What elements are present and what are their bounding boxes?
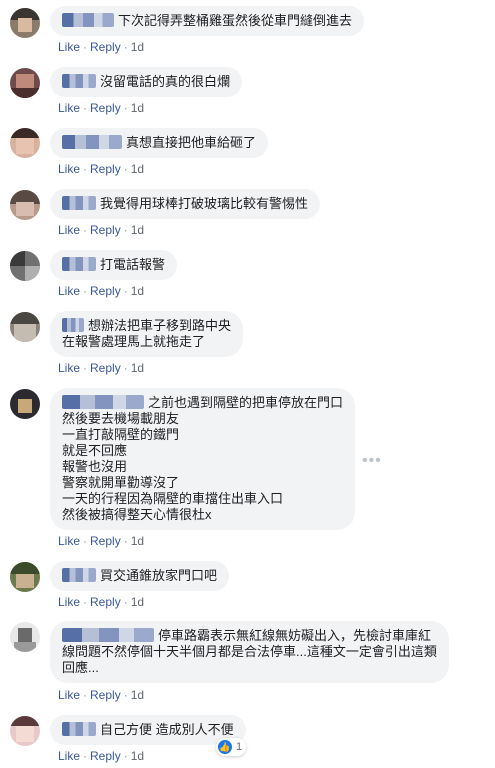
comment-bubble: 自己方便 造成別人不便	[50, 715, 246, 745]
reply-link[interactable]: Reply	[90, 749, 121, 763]
avatar[interactable]	[10, 312, 40, 342]
comment-text: 就是不回應	[62, 443, 128, 458]
comment-text: 在報警處理馬上就拖走了	[62, 334, 206, 349]
comment-text: 下次記得弄整桶雞蛋然後從車門縫倒進去	[118, 13, 353, 28]
comment-text: 我覺得用球棒打破玻璃比較有警惕性	[100, 196, 309, 211]
comment-bubble: 買交通錐放家門口吧	[50, 561, 230, 591]
timestamp[interactable]: 1d	[131, 749, 144, 763]
reply-link[interactable]: Reply	[90, 162, 121, 176]
comment-actions: Like · Reply · 1d	[58, 534, 145, 548]
author-name[interactable]	[62, 135, 122, 149]
reply-link[interactable]: Reply	[90, 101, 121, 115]
avatar[interactable]	[10, 68, 40, 98]
like-link[interactable]: Like	[58, 688, 80, 702]
avatar[interactable]	[10, 251, 40, 281]
timestamp[interactable]: 1d	[131, 223, 144, 237]
comment-text: 一天的行程因為隔壁的車擋住出車入口	[62, 491, 284, 506]
like-link[interactable]: Like	[58, 749, 80, 763]
reaction-count: 1	[236, 741, 243, 753]
like-link[interactable]: Like	[58, 223, 80, 237]
avatar[interactable]	[10, 716, 40, 746]
author-name[interactable]	[62, 395, 144, 409]
author-name[interactable]	[62, 318, 84, 332]
timestamp[interactable]: 1d	[131, 361, 144, 375]
comment-actions: Like · Reply · 1d	[58, 162, 145, 176]
thumbs-up-icon: 👍	[218, 740, 232, 754]
comment-actions: Like · Reply · 1d	[58, 361, 145, 375]
author-name[interactable]	[62, 628, 154, 642]
like-link[interactable]: Like	[58, 595, 80, 609]
comment-text: 一直打敲隔壁的鐵門	[62, 427, 180, 442]
author-name[interactable]	[62, 74, 96, 88]
like-link[interactable]: Like	[58, 40, 80, 54]
comment-bubble: 之前也遇到隔壁的把車停放在門口 然後要去機場載朋友 一直打敲隔壁的鐵門 就是不回…	[50, 388, 356, 530]
comment-text: 買交通錐放家門口吧	[100, 568, 218, 583]
like-link[interactable]: Like	[58, 284, 80, 298]
comment-text: 然後要去機場載朋友	[62, 411, 180, 426]
comment-text: 線問題不然停個十天半個月都是合法停車...這種文一定會引出這類	[62, 644, 437, 659]
reply-link[interactable]: Reply	[90, 284, 121, 298]
avatar[interactable]	[10, 190, 40, 220]
comment-bubble: 想辦法把車子移到路中央 在報警處理馬上就拖走了	[50, 311, 244, 357]
comment-actions: Like · Reply · 1d	[58, 595, 145, 609]
avatar[interactable]	[10, 128, 40, 158]
more-options-icon[interactable]: •••	[362, 452, 382, 470]
comment-actions: Like · Reply · 1d	[58, 749, 145, 763]
reply-link[interactable]: Reply	[90, 688, 121, 702]
timestamp[interactable]: 1d	[131, 534, 144, 548]
comment-bubble: 真想直接把他車給砸了	[50, 128, 269, 158]
comment-text: 之前也遇到隔壁的把車停放在門口	[148, 395, 344, 410]
comment-actions: Like · Reply · 1d	[58, 688, 145, 702]
comment-bubble: 停車路霸表示無紅線無妨礙出入，先檢討車庫紅 線問題不然停個十天半個月都是合法停車…	[50, 621, 449, 683]
comment-text: 想辦法把車子移到路中央	[88, 318, 232, 333]
timestamp[interactable]: 1d	[131, 595, 144, 609]
comment-actions: Like · Reply · 1d	[58, 223, 145, 237]
author-name[interactable]	[62, 257, 96, 271]
comment-actions: Like · Reply · 1d	[58, 40, 145, 54]
reply-link[interactable]: Reply	[90, 40, 121, 54]
reply-link[interactable]: Reply	[90, 223, 121, 237]
comment-text: 打電話報警	[100, 257, 166, 272]
comment-text: 回應...	[62, 660, 99, 675]
avatar[interactable]	[10, 389, 40, 419]
author-name[interactable]	[62, 196, 96, 210]
comment-bubble: 下次記得弄整桶雞蛋然後從車門縫倒進去	[50, 6, 365, 36]
author-name[interactable]	[62, 568, 96, 582]
timestamp[interactable]: 1d	[131, 284, 144, 298]
comment-bubble: 沒留電話的真的很白爛	[50, 67, 243, 97]
comment-text: 自己方便 造成別人不便	[100, 722, 234, 737]
comment-text: 真想直接把他車給砸了	[126, 135, 257, 150]
like-link[interactable]: Like	[58, 534, 80, 548]
comment-text: 沒留電話的真的很白爛	[100, 74, 231, 89]
comment-bubble: 打電話報警	[50, 250, 178, 280]
comment-actions: Like · Reply · 1d	[58, 284, 145, 298]
comment-text: 然後被搞得整天心情很杜x	[62, 507, 212, 522]
timestamp[interactable]: 1d	[131, 101, 144, 115]
like-link[interactable]: Like	[58, 361, 80, 375]
avatar[interactable]	[10, 622, 40, 652]
comment-text: 停車路霸表示無紅線無妨礙出入，先檢討車庫紅	[158, 628, 432, 643]
comment-text: 報警也沒用	[62, 459, 128, 474]
comment-bubble: 我覺得用球棒打破玻璃比較有警惕性	[50, 189, 321, 219]
like-link[interactable]: Like	[58, 101, 80, 115]
timestamp[interactable]: 1d	[131, 40, 144, 54]
author-name[interactable]	[62, 13, 114, 27]
reply-link[interactable]: Reply	[90, 534, 121, 548]
reply-link[interactable]: Reply	[90, 595, 121, 609]
avatar[interactable]	[10, 8, 40, 38]
comment-text: 警察就開單勸導沒了	[62, 475, 180, 490]
timestamp[interactable]: 1d	[131, 162, 144, 176]
like-link[interactable]: Like	[58, 162, 80, 176]
reply-link[interactable]: Reply	[90, 361, 121, 375]
reaction-badge[interactable]: 👍 1	[216, 738, 247, 756]
timestamp[interactable]: 1d	[131, 688, 144, 702]
author-name[interactable]	[62, 722, 96, 736]
avatar[interactable]	[10, 562, 40, 592]
comment-actions: Like · Reply · 1d	[58, 101, 145, 115]
